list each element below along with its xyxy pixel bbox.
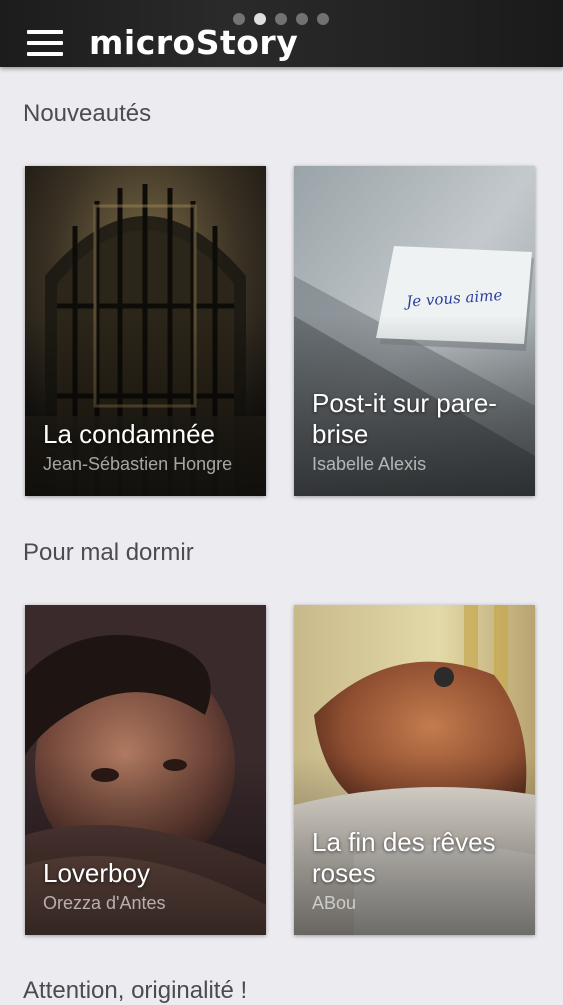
story-author: Isabelle Alexis [312, 454, 427, 474]
story-card-la-fin-des-reves-roses[interactable]: La fin des rêves roses ABou [294, 605, 535, 935]
story-card-post-it[interactable]: Je vous aime Post-it sur pare-brise Isab… [294, 166, 535, 496]
story-title: Post-it sur pare-brise [312, 388, 497, 449]
story-card-loverboy[interactable]: Loverboy Orezza d'Antes [25, 605, 266, 935]
page-dot-active[interactable] [254, 13, 266, 25]
story-caption: Post-it sur pare-brise Isabelle Alexis [312, 388, 523, 476]
page-dot[interactable] [275, 13, 287, 25]
story-author: Jean-Sébastien Hongre [43, 454, 233, 474]
story-title: Loverboy [43, 858, 150, 888]
section-title-nouveautes: Nouveautés [23, 100, 152, 127]
story-caption: Loverboy Orezza d'Antes [43, 858, 254, 915]
section-title-pour-mal-dormir: Pour mal dormir [23, 539, 194, 566]
section-title-attention-originalite: Attention, originalité ! [23, 977, 248, 1004]
story-title: La fin des rêves roses [312, 827, 496, 888]
story-card-la-condamnee[interactable]: La condamnée Jean-Sébastien Hongre [25, 166, 266, 496]
story-caption: La condamnée Jean-Sébastien Hongre [43, 419, 254, 476]
top-app-bar: microStory [0, 0, 563, 67]
page-dot[interactable] [317, 13, 329, 25]
story-author: Orezza d'Antes [43, 893, 166, 913]
page-dot[interactable] [233, 13, 245, 25]
page-indicator [233, 13, 329, 25]
story-author: ABou [312, 893, 357, 913]
story-title: La condamnée [43, 419, 216, 449]
page-dot[interactable] [296, 13, 308, 25]
story-caption: La fin des rêves roses ABou [312, 827, 523, 915]
app-title: microStory [89, 23, 299, 62]
menu-icon[interactable] [27, 30, 63, 56]
